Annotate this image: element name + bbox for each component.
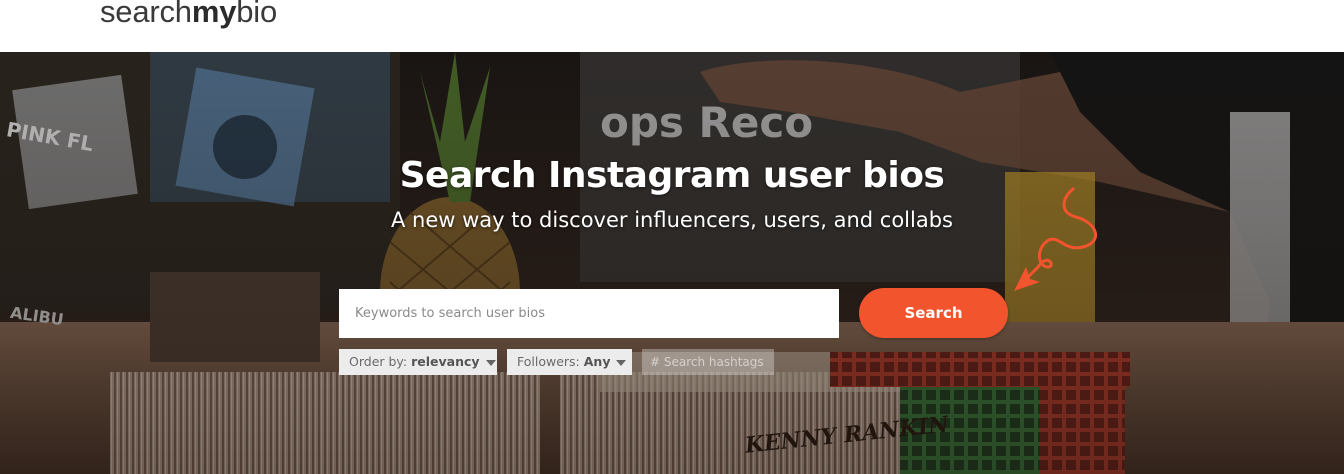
- order-by-dropdown[interactable]: Order by: relevancy: [339, 349, 497, 375]
- followers-value: Any: [583, 354, 611, 369]
- chevron-down-icon: [616, 359, 627, 366]
- search-input[interactable]: [339, 289, 839, 338]
- followers-label: Followers:: [517, 354, 580, 369]
- followers-dropdown[interactable]: Followers: Any: [507, 349, 632, 375]
- order-by-value: relevancy: [411, 354, 480, 369]
- logo-text-my: my: [191, 0, 237, 29]
- chevron-down-icon: [485, 359, 496, 366]
- hero-subtitle: A new way to discover influencers, users…: [391, 208, 953, 232]
- logo-text-search: search: [100, 0, 192, 29]
- site-header: searchmybio: [0, 0, 1344, 52]
- search-button[interactable]: Search: [859, 288, 1008, 338]
- squiggle-arrow-icon: [1014, 187, 1097, 291]
- site-logo[interactable]: searchmybio: [100, 0, 277, 30]
- order-by-label: Order by:: [349, 354, 408, 369]
- hero-section: PINK FL ops Reco KENNY RANKIN ALIBU: [0, 52, 1344, 474]
- hero-title: Search Instagram user bios: [399, 155, 945, 196]
- hashtag-search-input[interactable]: [642, 349, 774, 375]
- hero-background-image: PINK FL ops Reco KENNY RANKIN ALIBU: [0, 52, 1344, 474]
- logo-text-bio: bio: [236, 0, 278, 29]
